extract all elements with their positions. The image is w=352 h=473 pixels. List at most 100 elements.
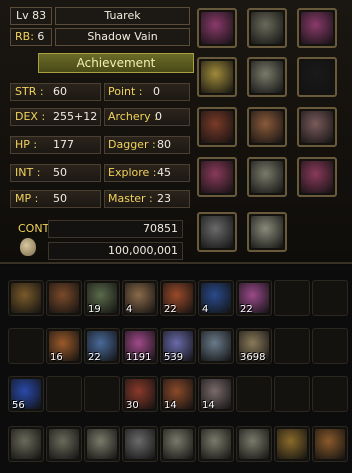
dex-label: DEX :	[15, 110, 46, 123]
inventory-panel: 19 4 22 4 22 16 22 1191 539 3698 56 30 14 14	[0, 266, 352, 473]
inventory-slot-empty[interactable]	[312, 376, 348, 412]
helmet-icon	[251, 12, 283, 44]
archery-value: 0	[155, 110, 162, 123]
armor-icon	[251, 61, 283, 93]
equipment-slot[interactable]	[197, 212, 237, 252]
hp-stat: HP : 177	[10, 136, 101, 154]
inventory-slot[interactable]	[236, 426, 272, 462]
int-label: INT :	[15, 166, 41, 179]
leg-armor-icon	[251, 161, 283, 193]
inventory-slot[interactable]	[46, 426, 82, 462]
gauntlet-icon	[11, 429, 41, 459]
money-value: 100,000,001	[48, 242, 183, 260]
map-icon	[201, 331, 231, 361]
inventory-slot[interactable]: 539	[160, 328, 196, 364]
archery-label: Archery :	[108, 110, 158, 123]
explore-value: 45	[157, 166, 171, 179]
belt-icon	[315, 429, 345, 459]
equipment-slot[interactable]	[297, 107, 337, 147]
inventory-slot[interactable]: 3698	[236, 328, 272, 364]
inventory-slot-empty[interactable]	[46, 376, 82, 412]
dagger-value: 80	[157, 138, 171, 151]
equipment-slot[interactable]	[247, 57, 287, 97]
inventory-slot[interactable]	[84, 426, 120, 462]
glove-icon	[301, 111, 333, 143]
cont-label: CONT	[18, 222, 50, 235]
cont-value: 70851	[48, 220, 183, 238]
master-label: Master :	[108, 192, 153, 205]
inventory-slot[interactable]	[160, 426, 196, 462]
int-stat: INT : 50	[10, 164, 101, 182]
equipment-slot[interactable]	[247, 107, 287, 147]
inventory-slot[interactable]: 16	[46, 328, 82, 364]
inventory-slot-empty[interactable]	[84, 376, 120, 412]
inventory-slot[interactable]: 30	[122, 376, 158, 412]
inventory-slot-empty[interactable]	[312, 328, 348, 364]
master-stat: Master : 23	[104, 190, 190, 208]
necklace-icon	[201, 61, 233, 93]
item-quantity: 3698	[240, 352, 266, 363]
glove-icon	[201, 111, 233, 143]
equipment-slot[interactable]	[197, 107, 237, 147]
inventory-slot[interactable]	[274, 426, 310, 462]
dex-value: 255+12	[53, 110, 98, 123]
inventory-slot-empty[interactable]	[274, 328, 310, 364]
rebirth-box: RB: 6	[10, 28, 52, 46]
equipment-slot[interactable]	[197, 57, 237, 97]
inventory-slot[interactable]	[8, 426, 44, 462]
inventory-slot[interactable]: 14	[160, 376, 196, 412]
equipment-slot[interactable]	[247, 8, 287, 48]
equipment-slot[interactable]	[197, 157, 237, 197]
boots-icon	[251, 216, 283, 248]
belt-icon	[251, 111, 283, 143]
inventory-slot[interactable]: 22	[84, 328, 120, 364]
mp-stat: MP : 50	[10, 190, 101, 208]
ring-icon	[277, 429, 307, 459]
inventory-slot-empty[interactable]	[274, 280, 310, 316]
inventory-slot[interactable]: 22	[236, 280, 272, 316]
equipment-slot[interactable]	[247, 212, 287, 252]
item-quantity: 16	[50, 352, 63, 363]
boots-icon	[239, 429, 269, 459]
equipment-slot[interactable]	[297, 8, 337, 48]
inventory-slot[interactable]: 22	[160, 280, 196, 316]
item-quantity: 14	[164, 400, 177, 411]
character-window: { "character": { "level_label": "Lv", "l…	[0, 0, 352, 473]
inventory-slot[interactable]	[312, 426, 348, 462]
inventory-slot-empty[interactable]	[274, 376, 310, 412]
inventory-slot[interactable]: 14	[198, 376, 234, 412]
level-label: Lv	[16, 9, 29, 22]
dagger-stat: Dagger : 80	[104, 136, 190, 154]
inventory-slot[interactable]: 56	[8, 376, 44, 412]
item-quantity: 30	[126, 400, 139, 411]
inventory-slot[interactable]: 4	[198, 280, 234, 316]
achievement-button[interactable]: Achievement	[38, 53, 194, 73]
inventory-slot-empty[interactable]	[8, 328, 44, 364]
amulet-icon	[201, 12, 233, 44]
inventory-slot[interactable]	[122, 426, 158, 462]
inventory-slot[interactable]: 19	[84, 280, 120, 316]
inventory-slot[interactable]: 4	[122, 280, 158, 316]
inventory-slot[interactable]	[8, 280, 44, 316]
equipment-slot[interactable]	[297, 57, 337, 97]
master-value: 23	[157, 192, 171, 205]
ring-icon	[201, 161, 233, 193]
helmet-icon	[49, 429, 79, 459]
inventory-slot[interactable]: 1191	[122, 328, 158, 364]
inventory-slot[interactable]	[198, 426, 234, 462]
amulet-icon	[301, 12, 333, 44]
character-name: Tuarek	[55, 7, 190, 25]
belt-icon	[49, 283, 79, 313]
item-quantity: 4	[202, 304, 209, 315]
inventory-slot[interactable]	[198, 328, 234, 364]
inventory-slot-empty[interactable]	[236, 376, 272, 412]
equipment-slot[interactable]	[297, 157, 337, 197]
equipment-slot[interactable]	[247, 157, 287, 197]
hp-label: HP :	[15, 138, 38, 151]
str-value: 60	[53, 85, 67, 98]
item-quantity: 4	[126, 304, 133, 315]
point-value: 0	[153, 85, 160, 98]
inventory-slot[interactable]	[46, 280, 82, 316]
inventory-slot-empty[interactable]	[312, 280, 348, 316]
equipment-slot[interactable]	[197, 8, 237, 48]
